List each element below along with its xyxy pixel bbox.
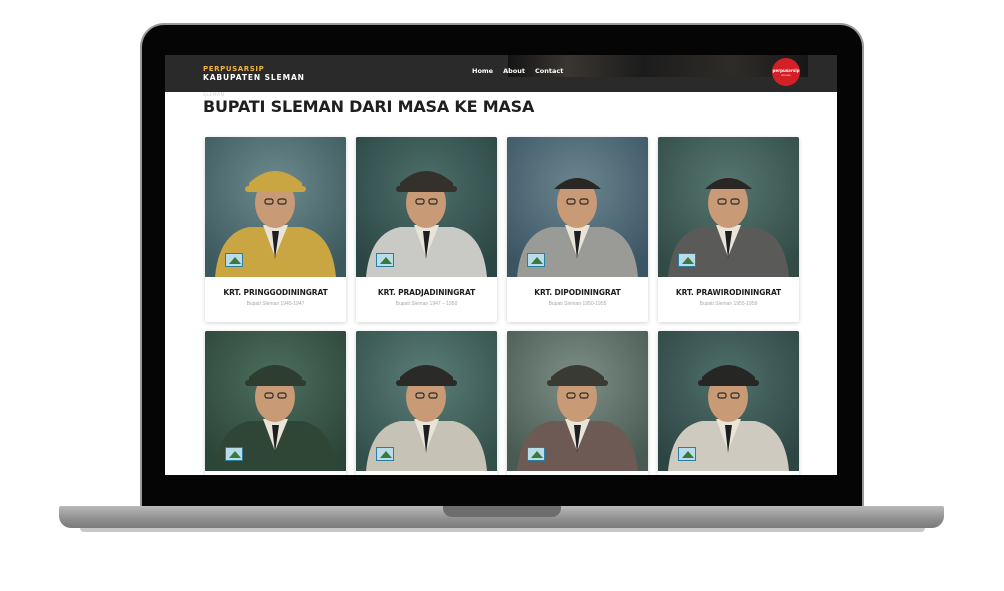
page-title: BUPATI SLEMAN DARI MASA KE MASA xyxy=(203,97,535,116)
museum-stamp-icon xyxy=(678,447,696,461)
bupati-card[interactable] xyxy=(205,331,346,475)
laptop-foot xyxy=(80,528,925,532)
bupati-card-info xyxy=(507,471,648,475)
museum-stamp-icon xyxy=(225,253,243,267)
bupati-term: Bupati Sleman 1955-1959 xyxy=(699,301,758,307)
portrait-image xyxy=(205,331,346,471)
portrait-image xyxy=(658,331,799,471)
museum-stamp-icon xyxy=(527,447,545,461)
bupati-name: KRT. PRAWIRODININGRAT xyxy=(675,288,782,297)
brand-bottom-text: KABUPATEN SLEMAN xyxy=(203,73,305,82)
bupati-card[interactable]: KRT. PRAWIRODININGRAT Bupati Sleman 1955… xyxy=(658,137,799,322)
perpusarsip-logo-badge[interactable]: perpusarsip sleman xyxy=(772,58,800,86)
nav-link-home[interactable]: Home xyxy=(472,67,493,75)
portrait-image xyxy=(205,137,346,277)
bupati-card[interactable]: KRT. DIPODININGRAT Bupati Sleman 1950-19… xyxy=(507,137,648,322)
bupati-name: KRT. DIPODININGRAT xyxy=(534,288,621,297)
bupati-term: Bupati Sleman 1947 – 1950 xyxy=(395,301,458,307)
nav-link-contact[interactable]: Contact xyxy=(535,67,563,75)
portrait-image xyxy=(356,331,497,471)
bupati-card-info xyxy=(658,471,799,475)
museum-stamp-icon xyxy=(527,253,545,267)
bupati-card-info xyxy=(356,471,497,475)
bupati-name: KRT. PRADJADININGRAT xyxy=(377,288,476,297)
bupati-card[interactable] xyxy=(658,331,799,475)
navbar: PERPUSARSIP KABUPATEN SLEMAN Home About … xyxy=(165,55,837,92)
nav-link-about[interactable]: About xyxy=(503,67,525,75)
bupati-card[interactable]: KRT. PRADJADININGRAT Bupati Sleman 1947 … xyxy=(356,137,497,322)
portrait-image xyxy=(507,137,648,277)
bupati-card-info: KRT. PRAWIRODININGRAT Bupati Sleman 1955… xyxy=(658,277,799,322)
website-screen: PERPUSARSIP KABUPATEN SLEMAN Home About … xyxy=(165,55,837,475)
bupati-card-info: KRT. PRINGGODININGRAT Bupati Sleman 1945… xyxy=(205,277,346,322)
laptop-notch xyxy=(443,506,561,517)
logo-subtext: sleman xyxy=(781,72,791,77)
portrait-image xyxy=(507,331,648,471)
bupati-name: KRT. PRINGGODININGRAT xyxy=(223,288,328,297)
bupati-card-info xyxy=(205,471,346,475)
brand-logo[interactable]: PERPUSARSIP KABUPATEN SLEMAN xyxy=(203,65,305,82)
bupati-card[interactable]: KRT. PRINGGODININGRAT Bupati Sleman 1945… xyxy=(205,137,346,322)
portrait-image xyxy=(356,137,497,277)
bupati-card[interactable] xyxy=(356,331,497,475)
nav-menu: Home About Contact xyxy=(472,67,563,75)
brand-top-text: PERPUSARSIP xyxy=(203,65,265,73)
bupati-term: Bupati Sleman 1945-1947 xyxy=(246,301,305,307)
bupati-card-info: KRT. PRADJADININGRAT Bupati Sleman 1947 … xyxy=(356,277,497,322)
museum-stamp-icon xyxy=(376,253,394,267)
museum-stamp-icon xyxy=(678,253,696,267)
portrait-image xyxy=(658,137,799,277)
bupati-card[interactable] xyxy=(507,331,648,475)
bupati-term: Bupati Sleman 1950-1955 xyxy=(548,301,607,307)
bupati-card-info: KRT. DIPODININGRAT Bupati Sleman 1950-19… xyxy=(507,277,648,322)
museum-stamp-icon xyxy=(225,447,243,461)
museum-stamp-icon xyxy=(376,447,394,461)
